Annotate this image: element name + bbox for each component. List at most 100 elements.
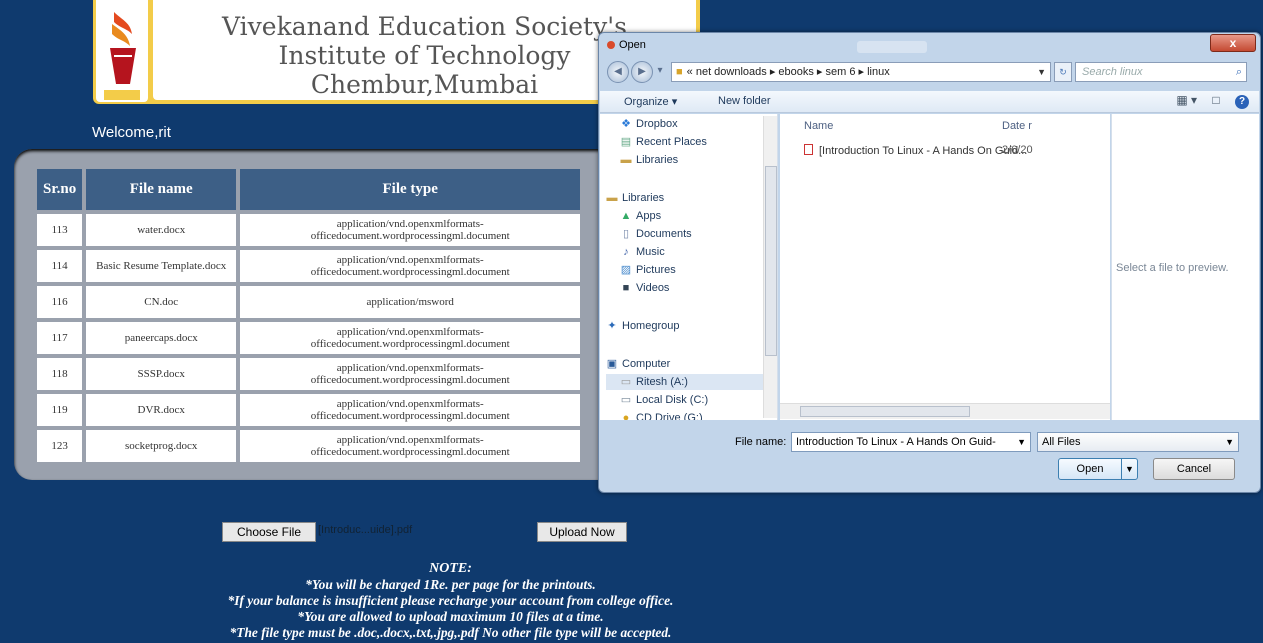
- files-table-panel: Sr.no File name File type 113 water.docx…: [14, 149, 634, 480]
- title-bar-blur: [857, 41, 927, 53]
- nav-label: Apps: [636, 210, 662, 222]
- recent-dropdown-icon[interactable]: ▾: [653, 61, 667, 83]
- cell-file-name: CN.doc: [86, 286, 237, 318]
- choose-file-button[interactable]: Choose File: [222, 522, 316, 542]
- nav-item-local-disk[interactable]: ▭ Local Disk (C:): [620, 392, 708, 408]
- cell-file-name: socketprog.docx: [86, 430, 237, 462]
- view-options-icon[interactable]: ▦ ▾: [1176, 93, 1197, 107]
- table-row: 118 SSSP.docx application/vnd.openxmlfor…: [37, 358, 581, 390]
- new-folder-button[interactable]: New folder: [718, 95, 771, 107]
- search-input[interactable]: Search linux ⌕: [1075, 62, 1247, 82]
- homegroup-icon: ✦: [607, 320, 617, 332]
- header-srno: Sr.no: [37, 169, 83, 210]
- nav-item-cd-drive[interactable]: ● CD Drive (G:): [620, 410, 703, 420]
- nav-item-libraries-fav[interactable]: ▬ Libraries: [620, 152, 679, 168]
- column-header-name[interactable]: Name: [804, 120, 833, 132]
- cancel-button[interactable]: Cancel: [1153, 458, 1235, 480]
- table-header-row: Sr.no File name File type: [37, 169, 581, 210]
- address-bar[interactable]: ■ « net downloads ▸ ebooks ▸ sem 6 ▸ linu…: [671, 62, 1051, 82]
- table-row: 113 water.docx application/vnd.openxmlfo…: [37, 214, 581, 246]
- drive-icon: ▭: [620, 376, 632, 388]
- cell-srno: 119: [37, 394, 83, 426]
- note-line: *You will be charged 1Re. per page for t…: [305, 577, 596, 592]
- nav-item-dropbox[interactable]: ❖ Dropbox: [620, 116, 678, 132]
- nav-label: CD Drive (G:): [636, 412, 703, 420]
- nav-item-libraries[interactable]: ▬ Libraries: [606, 190, 665, 206]
- welcome-text: Welcome,rit: [92, 124, 171, 141]
- ves-logo: [96, 0, 148, 102]
- column-header-date[interactable]: Date r: [1002, 120, 1032, 132]
- nav-label: Libraries: [636, 154, 679, 166]
- nav-label: Computer: [622, 358, 671, 370]
- file-type-value: All Files: [1042, 436, 1081, 448]
- preview-pane: Select a file to preview.: [1111, 114, 1259, 420]
- dropbox-icon: ❖: [621, 118, 631, 130]
- nav-item-apps[interactable]: ▲ Apps: [620, 208, 662, 224]
- file-type-filter[interactable]: All Files ▼: [1037, 432, 1239, 452]
- toolbar-icons: ▦ ▾ □ ?: [1176, 93, 1249, 109]
- cell-srno: 113: [37, 214, 83, 246]
- organize-button[interactable]: Organize ▾: [624, 95, 677, 108]
- file-name-dropdown-icon[interactable]: ▼: [1017, 433, 1026, 451]
- preview-pane-icon[interactable]: □: [1212, 93, 1219, 107]
- nav-item-pictures[interactable]: ▨ Pictures: [620, 262, 676, 278]
- nav-pane-scrollbar[interactable]: [763, 116, 777, 418]
- recent-places-icon: ▤: [620, 136, 632, 148]
- nav-item-homegroup[interactable]: ✦ Homegroup: [606, 318, 679, 334]
- back-icon[interactable]: ◀: [607, 61, 629, 83]
- file-name-input[interactable]: Introduction To Linux - A Hands On Guid-…: [791, 432, 1031, 452]
- dialog-title: Open: [607, 39, 646, 51]
- open-file-dialog: Open x ◀ ▶ ▾ ■ « net downloads ▸ ebooks ▸…: [598, 32, 1261, 493]
- nav-item-videos[interactable]: ■ Videos: [620, 280, 670, 296]
- note-line: *If your balance is insufficient please …: [227, 593, 674, 608]
- file-name-value: Introduction To Linux - A Hands On Guid-: [796, 436, 996, 448]
- cell-srno: 123: [37, 430, 83, 462]
- nav-label: Local Disk (C:): [636, 394, 709, 406]
- close-button[interactable]: x: [1210, 34, 1256, 52]
- computer-icon: ▣: [606, 358, 618, 370]
- note-title: NOTE:: [429, 561, 472, 576]
- note-line: *The file type must be .doc,.docx,.txt,.…: [229, 625, 672, 640]
- open-options-dropdown-icon[interactable]: ▼: [1121, 459, 1137, 479]
- cell-file-name: Basic Resume Template.docx: [86, 250, 237, 282]
- scrollbar-thumb[interactable]: [800, 406, 970, 417]
- file-list-item[interactable]: [Introduction To Linux - A Hands On Guid…: [804, 144, 1104, 160]
- cd-drive-icon: ●: [622, 412, 630, 420]
- disk-icon: ▭: [620, 394, 632, 406]
- cell-file-name: paneercaps.docx: [86, 322, 237, 354]
- table-row: 114 Basic Resume Template.docx applicati…: [37, 250, 581, 282]
- nav-label: Music: [636, 246, 665, 258]
- file-name-label: File name:: [735, 436, 787, 448]
- nav-label: Homegroup: [622, 320, 680, 332]
- file-list-hscrollbar[interactable]: [780, 403, 1110, 419]
- cell-file-type: application/msword: [240, 286, 581, 318]
- cell-srno: 114: [37, 250, 83, 282]
- upload-now-button[interactable]: Upload Now: [537, 522, 627, 542]
- nav-item-ritesh-drive[interactable]: ▭ Ritesh (A:): [606, 374, 766, 390]
- forward-icon[interactable]: ▶: [631, 61, 653, 83]
- help-icon[interactable]: ?: [1235, 95, 1249, 109]
- nav-label: Ritesh (A:): [636, 376, 688, 388]
- nav-label: Documents: [636, 228, 692, 240]
- chosen-file-name: [Introduc...uide].pdf: [318, 524, 413, 536]
- nav-item-documents[interactable]: ▯ Documents: [620, 226, 692, 242]
- pictures-icon: ▨: [620, 264, 632, 276]
- search-icon[interactable]: ⌕: [1236, 63, 1242, 81]
- address-dropdown-icon[interactable]: ▼: [1037, 63, 1046, 81]
- files-table: Sr.no File name File type 113 water.docx…: [33, 165, 584, 466]
- libraries-icon: ▬: [606, 192, 618, 204]
- music-icon: ♪: [623, 246, 629, 258]
- address-path: « net downloads ▸ ebooks ▸ sem 6 ▸ linux: [686, 66, 890, 78]
- preview-message: Select a file to preview.: [1116, 262, 1229, 274]
- nav-item-computer[interactable]: ▣ Computer: [606, 356, 671, 372]
- nav-item-music[interactable]: ♪ Music: [620, 244, 665, 260]
- refresh-icon[interactable]: ↻: [1054, 62, 1072, 82]
- cell-file-name: water.docx: [86, 214, 237, 246]
- table-row: 119 DVR.docx application/vnd.openxmlform…: [37, 394, 581, 426]
- table-row: 117 paneercaps.docx application/vnd.open…: [37, 322, 581, 354]
- cell-file-type: application/vnd.openxmlformats-officedoc…: [240, 214, 581, 246]
- scrollbar-thumb[interactable]: [765, 166, 777, 356]
- nav-item-recent-places[interactable]: ▤ Recent Places: [620, 134, 707, 150]
- nav-label: Pictures: [636, 264, 676, 276]
- open-button[interactable]: Open ▼: [1058, 458, 1138, 480]
